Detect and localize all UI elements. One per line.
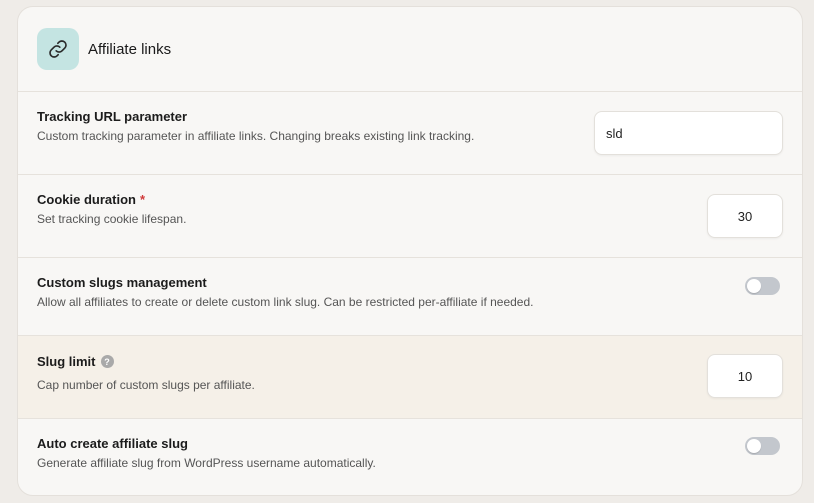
help-icon[interactable]: ? [100, 355, 114, 368]
setting-row-slug-limit: Slug limit ? Cap number of custom slugs … [18, 335, 802, 418]
setting-description: Set tracking cookie lifespan. [37, 212, 187, 226]
affiliate-links-card: Affiliate links Tracking URL parameter C… [17, 6, 803, 496]
setting-description: Cap number of custom slugs per affiliate… [37, 378, 255, 392]
toggle-knob [747, 439, 761, 453]
auto-slug-toggle[interactable] [745, 437, 780, 455]
link-icon [37, 28, 79, 70]
setting-row-cookie-duration: Cookie duration * Set tracking cookie li… [18, 174, 802, 257]
setting-title: Slug limit ? [37, 354, 802, 369]
setting-row-auto-slug: Auto create affiliate slug Generate affi… [18, 418, 802, 495]
required-marker: * [139, 192, 146, 207]
setting-title: Auto create affiliate slug [37, 436, 188, 451]
setting-row-custom-slugs: Custom slugs management Allow all affili… [18, 257, 802, 335]
custom-slugs-toggle[interactable] [745, 277, 780, 295]
setting-row-tracking-param: Tracking URL parameter Custom tracking p… [18, 91, 802, 174]
setting-title: Cookie duration * [37, 192, 146, 207]
cookie-duration-input[interactable]: 30 [707, 194, 783, 238]
toggle-knob [747, 279, 761, 293]
setting-description: Generate affiliate slug from WordPress u… [37, 456, 376, 470]
card-header: Affiliate links [18, 7, 802, 91]
setting-description: Allow all affiliates to create or delete… [37, 295, 534, 309]
tracking-param-input[interactable]: sld [594, 111, 783, 155]
setting-title: Custom slugs management [37, 275, 207, 290]
slug-limit-input[interactable]: 10 [707, 354, 783, 398]
card-title: Affiliate links [88, 40, 172, 58]
